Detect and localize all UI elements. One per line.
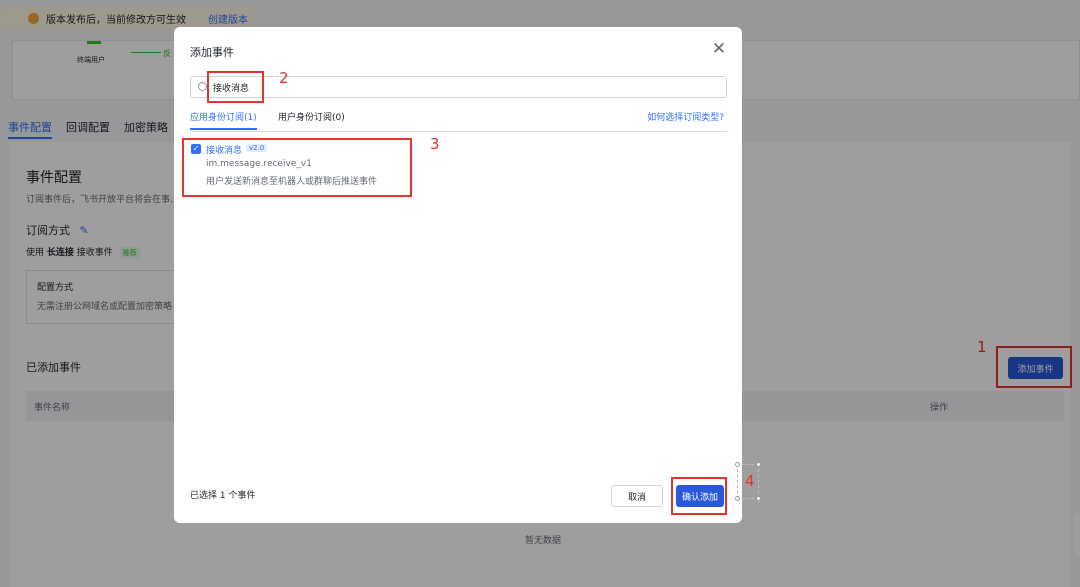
event-search-box xyxy=(190,76,727,98)
selected-count: 已选择 1 个事件 xyxy=(190,491,256,501)
resize-handle-tr[interactable] xyxy=(756,462,761,467)
step-4-highlight xyxy=(671,477,727,515)
add-event-dialog: 添加事件 ✕ 2 应用身份订阅(1) 用户身份订阅(0) 如何选择订阅类型? ✓… xyxy=(174,27,742,523)
dialog-title: 添加事件 xyxy=(190,46,234,59)
tab-app-identity[interactable]: 应用身份订阅(1) xyxy=(190,110,257,130)
search-icon xyxy=(198,82,207,91)
step-3-marker: 3 xyxy=(430,135,440,153)
step-2-highlight xyxy=(207,71,264,103)
resize-handle-tl[interactable] xyxy=(735,462,740,467)
tab-user-identity[interactable]: 用户身份订阅(0) xyxy=(278,110,345,123)
step-4-marker: 4 xyxy=(745,472,755,490)
subscription-help-link[interactable]: 如何选择订阅类型? xyxy=(647,110,724,123)
resize-handle-bl[interactable] xyxy=(735,496,740,501)
resize-handle-br[interactable] xyxy=(756,496,761,501)
step-2-marker: 2 xyxy=(279,69,289,87)
cancel-button[interactable]: 取消 xyxy=(611,485,663,507)
subscription-type-tabs: 应用身份订阅(1) 用户身份订阅(0) 如何选择订阅类型? xyxy=(190,108,727,132)
event-search-input[interactable] xyxy=(213,79,613,95)
step-3-highlight xyxy=(182,138,412,197)
close-icon[interactable]: ✕ xyxy=(711,41,727,58)
